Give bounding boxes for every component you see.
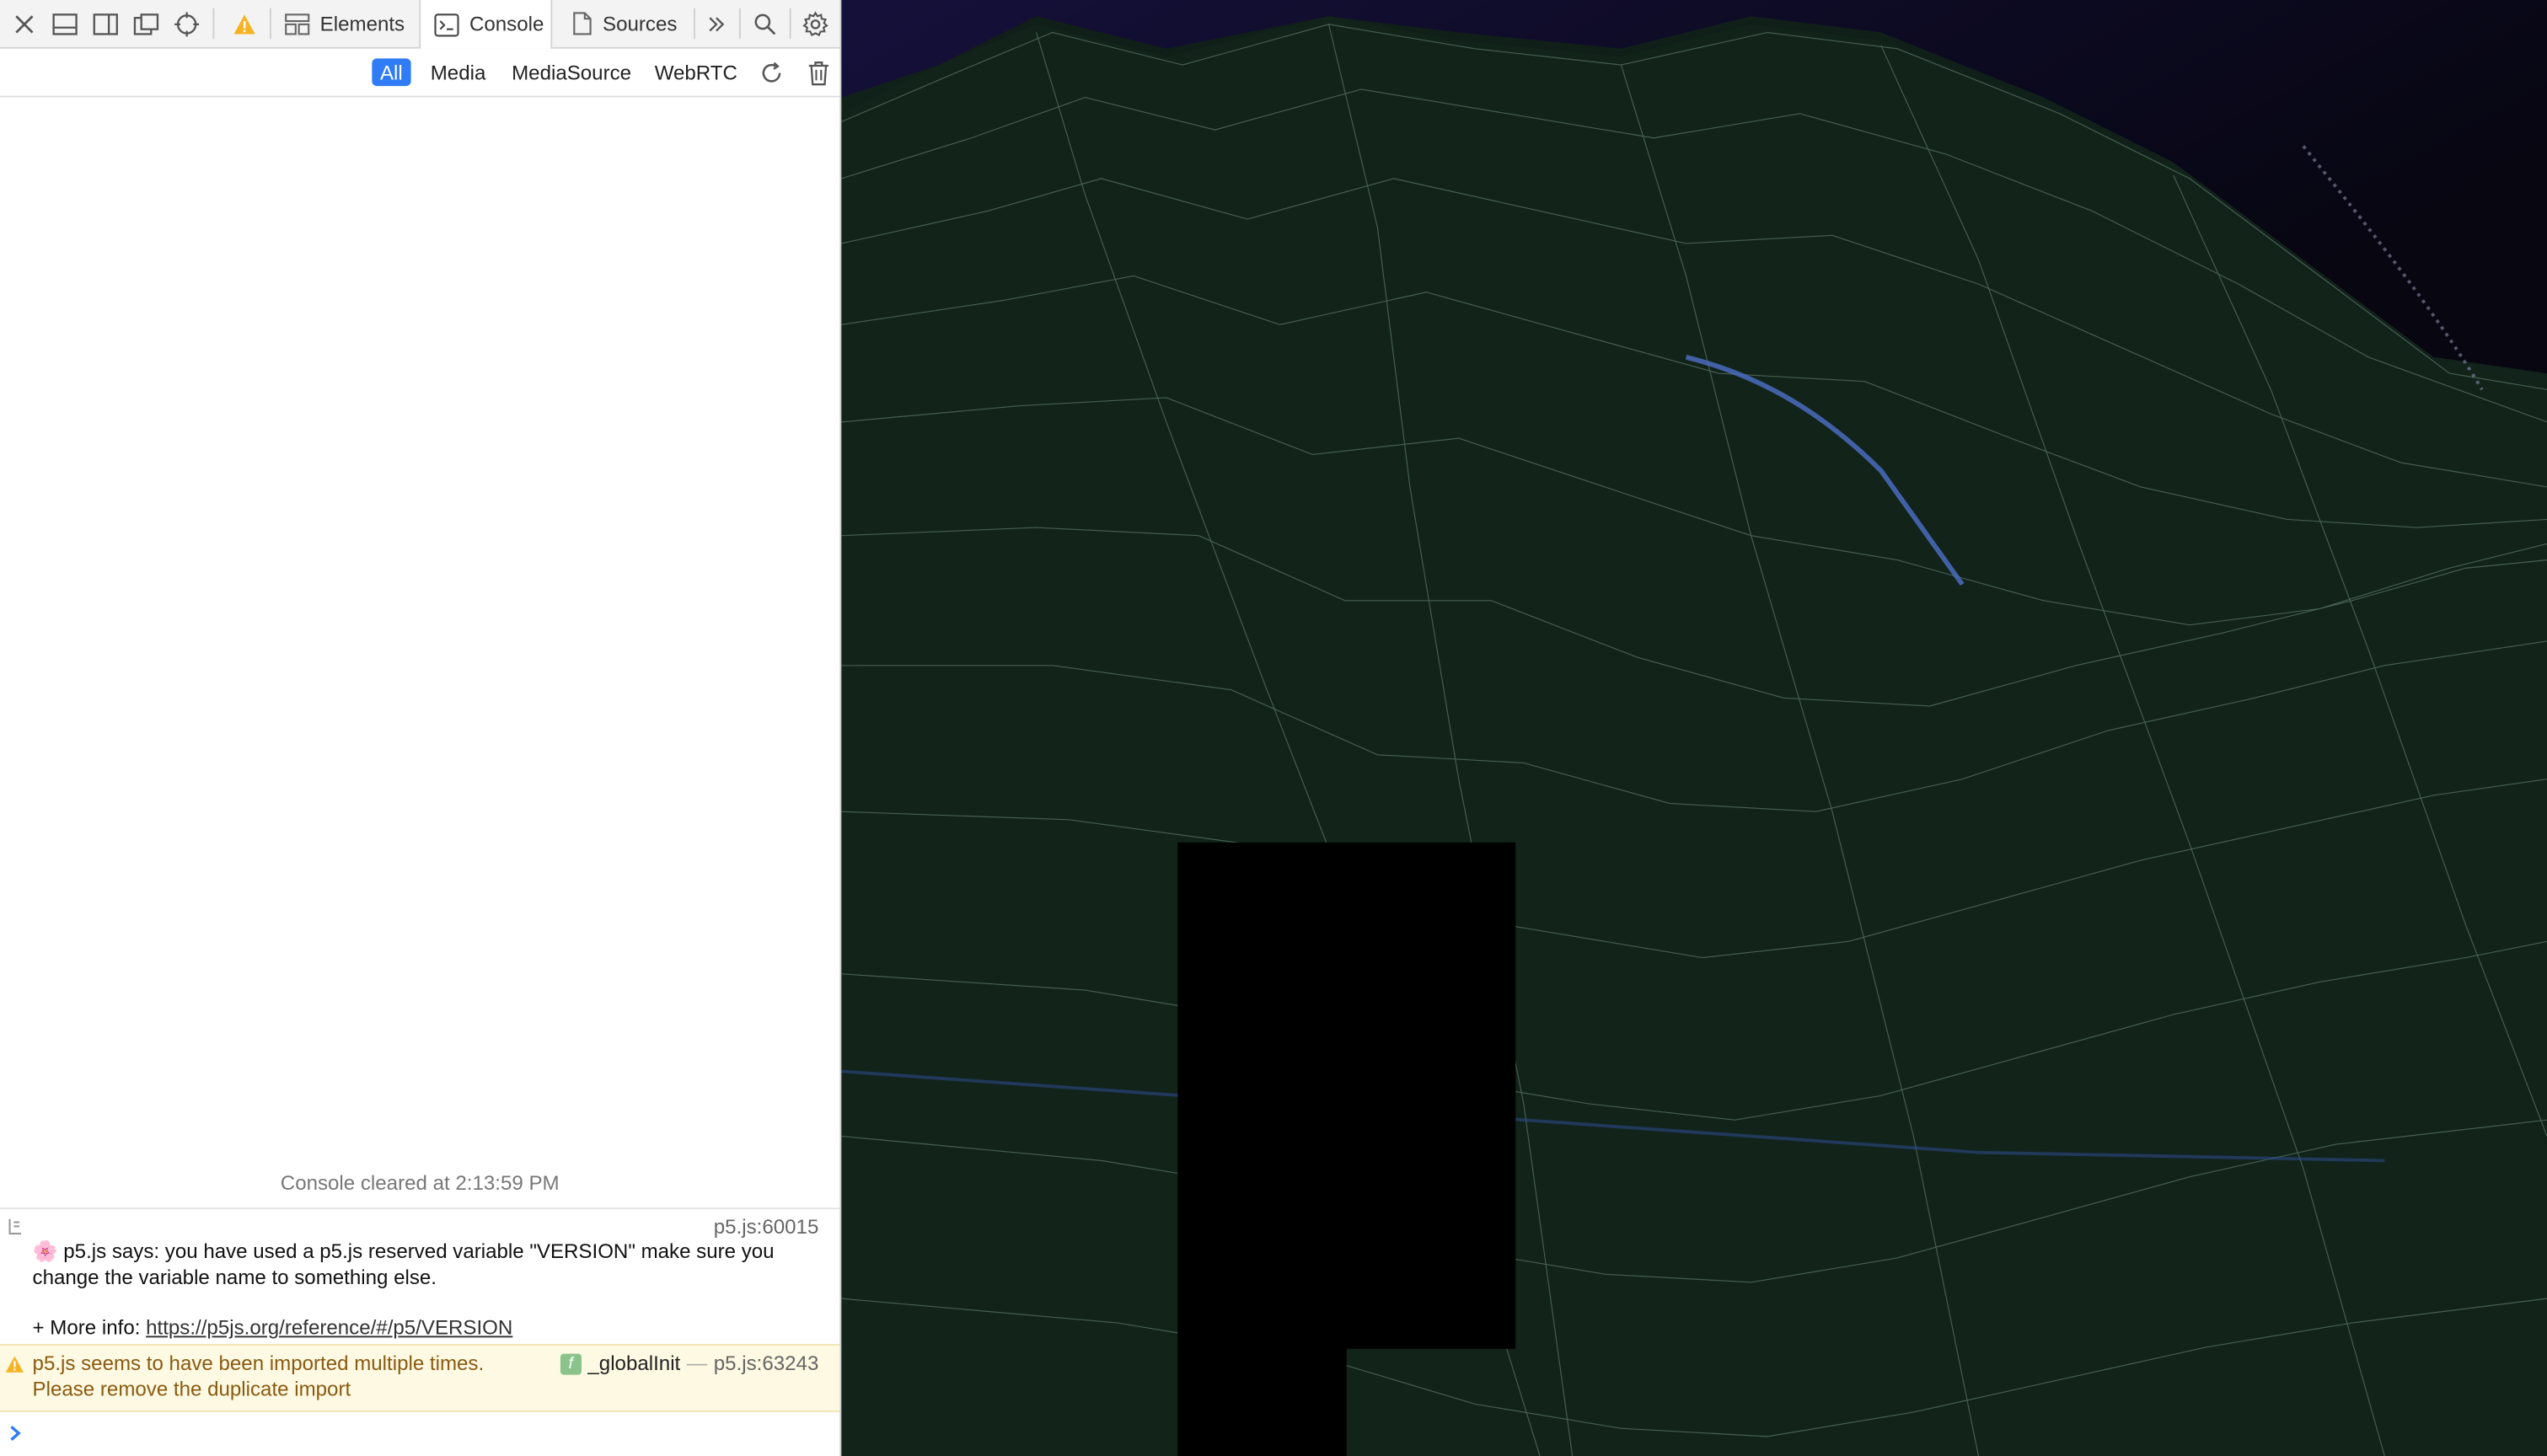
devtools-toolbar: Elements Console Sources [0,0,840,49]
chevron-double-right-icon [709,16,725,31]
function-icon: f [560,1352,582,1374]
warning-icon [233,13,255,34]
warning-text: p5.js seems to have been imported multip… [33,1352,485,1403]
message-line-1: p5.js says: you have used a p5.js reserv… [63,1239,775,1263]
warning-icon [5,1356,24,1373]
tab-elements-label: Elements [319,12,405,35]
separator-dash: — [686,1352,708,1375]
search-button[interactable] [748,0,783,47]
log-icon [8,1218,22,1235]
occluding-block-lower [1177,1346,1347,1456]
search-icon [754,13,776,35]
warning-source-link: p5.js:63243 [713,1352,819,1375]
message-line-2: change the variable name to something el… [32,1265,437,1288]
preserve-log-button[interactable] [757,58,786,88]
filter-media[interactable]: Media [422,58,494,86]
warning-line-2: Please remove the duplicate import [32,1377,351,1400]
warning-line-1: p5.js seems to have been imported multip… [32,1352,485,1375]
dock-right-icon [93,13,118,35]
close-icon [15,14,34,33]
more-info-line: + More info: https://p5js.org/reference/… [33,1316,513,1339]
dock-right-button[interactable] [86,0,125,47]
terrain-mesh-visualization [841,0,2547,1456]
more-info-link[interactable]: https://p5js.org/reference/#/p5/VERSION [146,1316,512,1339]
page-canvas[interactable] [841,0,2547,1456]
close-devtools-button[interactable] [5,0,44,47]
function-name: _globalInit [587,1352,681,1375]
warning-call-site[interactable]: f _globalInit — p5.js:63243 [560,1352,819,1375]
crosshair-icon [174,11,200,36]
gear-icon [802,10,828,36]
console-message-warning: p5.js seems to have been imported multip… [0,1344,840,1412]
console-icon [434,13,459,36]
tab-console[interactable]: Console [419,0,553,49]
tab-sources-label: Sources [603,12,678,35]
message-text: 🌸 p5.js says: you have used a p5.js rese… [33,1240,828,1291]
filter-all[interactable]: All [372,58,411,87]
occluding-block-upper [1177,842,1516,1349]
console-filter-bar: All Media MediaSource WebRTC [0,48,840,98]
prompt-chevron-icon [10,1426,21,1442]
console-message-log: p5.js:60015 🌸 p5.js says: you have used … [0,1207,840,1346]
undock-button[interactable] [126,0,165,47]
message-source-link[interactable]: p5.js:60015 [714,1216,819,1239]
warnings-button[interactable] [224,0,263,47]
settings-button[interactable] [796,0,834,47]
clear-console-button[interactable] [804,58,834,88]
console-cleared-notice: Console cleared at 2:13:59 PM [280,1171,560,1195]
tab-sources[interactable]: Sources [571,0,689,47]
sources-icon [573,12,592,35]
tab-elements[interactable]: Elements [284,0,414,47]
devtools-panel: Elements Console Sources All Media Media… [0,0,842,1456]
more-info-label: + More info: [32,1316,147,1340]
filter-mediasource[interactable]: MediaSource [503,58,639,86]
dock-bottom-button[interactable] [46,0,84,47]
dock-bottom-icon [52,13,78,35]
elements-icon [285,13,310,35]
filter-webrtc[interactable]: WebRTC [646,58,745,86]
element-picker-button[interactable] [168,0,206,47]
trash-icon [808,62,828,86]
more-tabs-button[interactable] [699,0,734,47]
flower-emoji: 🌸 [32,1239,58,1263]
separate-window-icon [133,13,159,35]
console-prompt[interactable] [0,1410,839,1456]
refresh-icon [762,62,781,83]
tab-console-label: Console [469,13,544,36]
